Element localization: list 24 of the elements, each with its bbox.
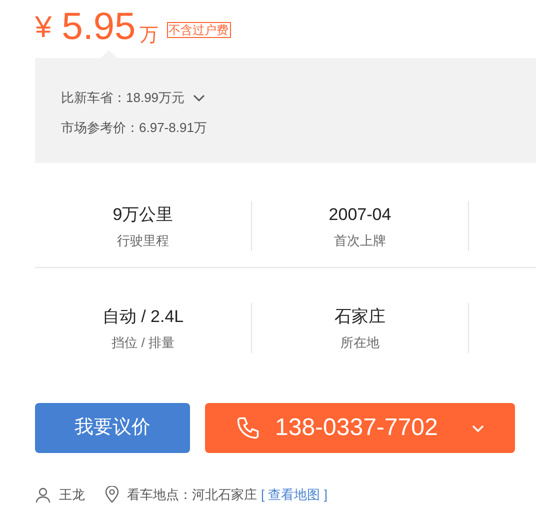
spec-value: 自动 / 2.4L — [102, 306, 184, 328]
chevron-icon — [471, 424, 485, 432]
location-pin-icon — [105, 486, 119, 504]
phone-button[interactable]: 138-0337-7702 — [205, 403, 515, 453]
phone-icon — [235, 415, 261, 441]
spec-label: 所在地 — [340, 335, 380, 351]
savings-text: 比新车省：18.99万元 — [61, 89, 185, 107]
user-icon — [35, 486, 51, 503]
price-currency: ¥ — [35, 13, 52, 43]
spec-value: 石家庄 — [334, 306, 386, 328]
negotiate-button[interactable]: 我要议价 — [35, 403, 190, 453]
price-amount: 5.95 — [62, 8, 136, 46]
price-unit: 万 — [140, 26, 159, 45]
seller-name: 王龙 — [59, 486, 85, 504]
spec-label: 首次上牌 — [334, 233, 386, 249]
fee-tag: 不含过户费 — [166, 22, 231, 38]
chevron-icon[interactable] — [192, 94, 205, 102]
viewing-location: 看车地点：河北石家庄 — [127, 486, 257, 504]
spec-label: 挡位 / 排量 — [112, 335, 174, 351]
spec-value: 2007-04 — [328, 204, 392, 226]
spec-value: 9万公里 — [112, 204, 174, 226]
map-link[interactable]: [ 查看地图 ] — [261, 485, 328, 504]
reference-price: 市场参考价：6.97-8.91万 — [61, 118, 208, 136]
spec-label: 行驶里程 — [117, 233, 169, 249]
